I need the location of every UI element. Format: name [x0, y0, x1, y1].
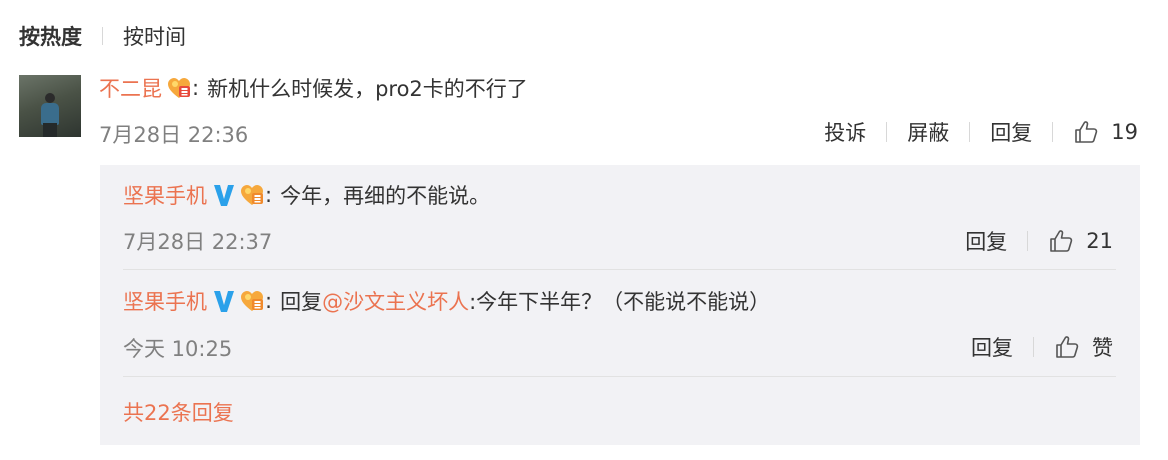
fan-badge-icon[interactable] [239, 288, 265, 314]
reply-divider [123, 269, 1116, 270]
fan-badge-icon[interactable] [239, 182, 265, 208]
reply-timestamp: 今天 10:25 [123, 337, 233, 361]
reply-timestamp: 7月28日 22:37 [123, 230, 273, 254]
like-button[interactable]: 21 [1048, 228, 1113, 254]
action-divider [969, 122, 971, 142]
avatar-figure-body [41, 103, 59, 125]
action-divider [1027, 231, 1029, 251]
reply-text: 今年，再细的不能说。 [280, 184, 491, 208]
colon: : [192, 76, 200, 100]
sort-by-time-tab[interactable]: 按时间 [123, 21, 186, 51]
action-divider [1033, 337, 1034, 357]
comment-timestamp: 7月28日 22:36 [99, 123, 249, 147]
reply-text: :今年下半年？（不能说不能说） [469, 290, 771, 314]
like-button[interactable]: 赞 [1054, 332, 1113, 362]
sort-bar: 按热度 按时间 [19, 20, 186, 52]
comment-actions: 投诉 屏蔽 回复 19 [824, 117, 1138, 147]
report-button[interactable]: 投诉 [824, 117, 866, 147]
more-replies-link[interactable]: 共22条回复 [123, 397, 234, 427]
reply-line: 坚果手机 : 回复 @沙文主义坏人 :今年下半年？（不能说不能说） [123, 286, 770, 316]
like-count: 19 [1111, 120, 1138, 144]
comment-username[interactable]: 不二昆 [99, 73, 162, 103]
avatar[interactable] [19, 75, 81, 137]
reply-divider [123, 376, 1116, 377]
reply-button[interactable]: 回复 [990, 117, 1032, 147]
comment-line: 不二昆 : 新机什么时候发，pro2卡的不行了 [99, 73, 528, 103]
verified-v-icon [213, 288, 235, 314]
fan-badge-icon[interactable] [166, 75, 192, 101]
thumbs-up-icon [1050, 230, 1073, 252]
avatar-figure-head [45, 93, 55, 103]
avatar-figure-legs [43, 123, 57, 137]
thumbs-up-icon [1075, 121, 1098, 143]
reply-actions: 回复 赞 [971, 332, 1113, 362]
reply-line: 坚果手机 : 今年，再细的不能说。 [123, 180, 490, 210]
verified-v-icon [213, 182, 235, 208]
colon: : [265, 183, 273, 207]
sort-by-hot-tab[interactable]: 按热度 [19, 21, 82, 51]
reply-prefix: 回复 [280, 290, 323, 314]
like-label: 赞 [1092, 336, 1113, 360]
thumbs-up-icon [1056, 336, 1079, 358]
block-button[interactable]: 屏蔽 [907, 117, 949, 147]
mention-link[interactable]: @沙文主义坏人 [322, 286, 469, 316]
like-count: 21 [1086, 229, 1113, 253]
reply-username[interactable]: 坚果手机 [123, 286, 207, 316]
like-button[interactable]: 19 [1073, 119, 1138, 145]
reply-button[interactable]: 回复 [971, 332, 1013, 362]
sort-divider [102, 27, 103, 45]
action-divider [886, 122, 888, 142]
reply-actions: 回复 21 [965, 226, 1113, 256]
reply-username[interactable]: 坚果手机 [123, 180, 207, 210]
reply-button[interactable]: 回复 [965, 226, 1007, 256]
action-divider [1052, 122, 1054, 142]
comment-text: 新机什么时候发，pro2卡的不行了 [207, 77, 528, 101]
colon: : [265, 289, 273, 313]
